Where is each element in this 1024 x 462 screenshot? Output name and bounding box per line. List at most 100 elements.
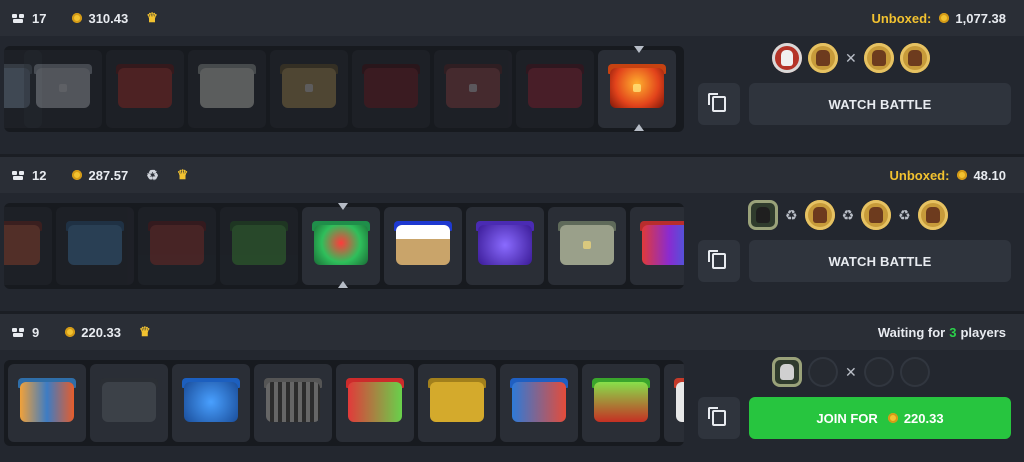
case-thumb[interactable] [90, 364, 168, 442]
copy-link-button[interactable] [698, 83, 740, 125]
case-thumb[interactable] [8, 364, 86, 442]
box-icon [12, 13, 24, 23]
rounds-group: 9 [12, 325, 39, 340]
box-icon [12, 170, 24, 180]
case-thumb[interactable] [384, 207, 462, 285]
box-icon [12, 327, 24, 337]
case-thumb-active[interactable] [302, 207, 380, 285]
players-avatars: ♻ ♻ ♻ [745, 200, 951, 230]
player-avatar[interactable] [772, 43, 802, 73]
case-thumb[interactable] [138, 207, 216, 285]
case-thumb[interactable] [270, 50, 348, 128]
case-thumb[interactable] [24, 50, 102, 128]
case-thumb-active[interactable] [598, 50, 676, 128]
battle-cost: 220.33 [81, 324, 121, 340]
copy-icon [708, 93, 726, 112]
case-thumb[interactable] [220, 207, 298, 285]
case-strip [4, 46, 684, 132]
player-avatar[interactable] [808, 43, 838, 73]
case-thumb[interactable] [418, 364, 496, 442]
case-thumb[interactable] [582, 364, 660, 442]
recycle-icon: ♻ [841, 206, 855, 223]
case-thumb[interactable] [254, 364, 332, 442]
waiting-status: Waiting for 3 players [878, 314, 1006, 350]
coin-icon [65, 327, 76, 337]
unboxed-status: Unboxed: 48.10 [890, 157, 1007, 193]
coin-icon [939, 13, 950, 23]
recycle-icon: ♻ [898, 206, 911, 223]
battle-header: 9 220.33 ♛ Waiting for 3 players [0, 314, 1024, 350]
copy-icon [708, 407, 726, 426]
recycle-icon: ♻ [146, 166, 159, 183]
pointer-bottom [634, 124, 644, 131]
players-avatars: ✕ [769, 357, 933, 387]
rounds-count: 17 [32, 10, 47, 26]
case-thumb[interactable] [106, 50, 184, 128]
case-thumb[interactable] [352, 50, 430, 128]
player-avatar[interactable] [804, 200, 835, 230]
waiting-suffix: players [960, 324, 1006, 340]
crown-icon: ♛ [139, 324, 151, 339]
case-thumb[interactable] [466, 207, 544, 285]
waiting-prefix: Waiting for [877, 324, 946, 340]
recycle-icon: ♻ [785, 206, 798, 223]
watch-battle-button[interactable]: WATCH BATTLE [749, 240, 1011, 282]
battle-cost: 287.57 [88, 167, 129, 183]
join-label: JOIN FOR [816, 410, 878, 426]
pointer-top [634, 46, 644, 53]
rounds-count: 12 [32, 167, 47, 183]
case-thumb[interactable] [336, 364, 414, 442]
empty-slot[interactable] [899, 357, 930, 387]
empty-slot[interactable] [808, 357, 838, 387]
copy-link-button[interactable] [698, 397, 740, 439]
players-avatars: ✕ [769, 43, 933, 73]
case-thumb[interactable] [56, 207, 134, 285]
case-thumb[interactable] [516, 50, 594, 128]
player-avatar[interactable] [748, 200, 778, 230]
unboxed-value: 48.10 [973, 167, 1006, 183]
battle-row-3: 9 220.33 ♛ Waiting for 3 players ✕ JOIN … [0, 314, 1024, 462]
unboxed-label: Unboxed: [871, 10, 932, 26]
waiting-count: 3 [949, 324, 957, 340]
battle-header: 17 310.43 ♛ Unboxed: 1,077.38 [0, 0, 1024, 36]
case-thumb[interactable] [500, 364, 578, 442]
copy-icon [708, 250, 726, 269]
case-thumb[interactable] [172, 364, 250, 442]
battle-cost: 310.43 [88, 10, 129, 26]
case-thumb[interactable] [664, 364, 684, 442]
case-thumb[interactable] [548, 207, 626, 285]
watch-battle-button[interactable]: WATCH BATTLE [749, 83, 1011, 125]
join-price: 220.33 [903, 410, 944, 426]
player-avatar[interactable] [861, 200, 892, 230]
case-thumb[interactable] [4, 207, 52, 285]
empty-slot[interactable] [863, 357, 894, 387]
case-thumb[interactable] [630, 207, 684, 285]
pointer-bottom [338, 281, 348, 288]
cost-group: 287.57 [72, 168, 128, 183]
pointer-top [338, 203, 348, 210]
copy-link-button[interactable] [698, 240, 740, 282]
battle-row-1: 17 310.43 ♛ Unboxed: 1,077.38 ✕ WATCH BA… [0, 0, 1024, 154]
player-avatar[interactable] [899, 43, 930, 73]
coin-icon [957, 170, 968, 180]
unboxed-status: Unboxed: 1,077.38 [871, 0, 1006, 36]
rounds-count: 9 [32, 324, 40, 340]
player-avatar[interactable] [863, 43, 894, 73]
case-thumb[interactable] [188, 50, 266, 128]
coin-icon [72, 13, 83, 23]
rounds-group: 17 [12, 11, 46, 26]
battle-header: 12 287.57 ♻ ♛ Unboxed: 48.10 [0, 157, 1024, 193]
player-avatar[interactable] [917, 200, 948, 230]
case-strip [4, 360, 684, 446]
join-battle-button[interactable]: JOIN FOR 220.33 [749, 397, 1011, 439]
case-strip [4, 203, 684, 289]
coin-icon [72, 170, 83, 180]
unboxed-label: Unboxed: [889, 167, 950, 183]
case-thumb[interactable] [434, 50, 512, 128]
rounds-group: 12 [12, 168, 46, 183]
coin-icon [887, 413, 898, 423]
player-avatar[interactable] [772, 357, 802, 387]
swords-icon: ✕ [845, 363, 857, 380]
swords-icon: ✕ [845, 49, 857, 66]
unboxed-value: 1,077.38 [955, 10, 1006, 26]
